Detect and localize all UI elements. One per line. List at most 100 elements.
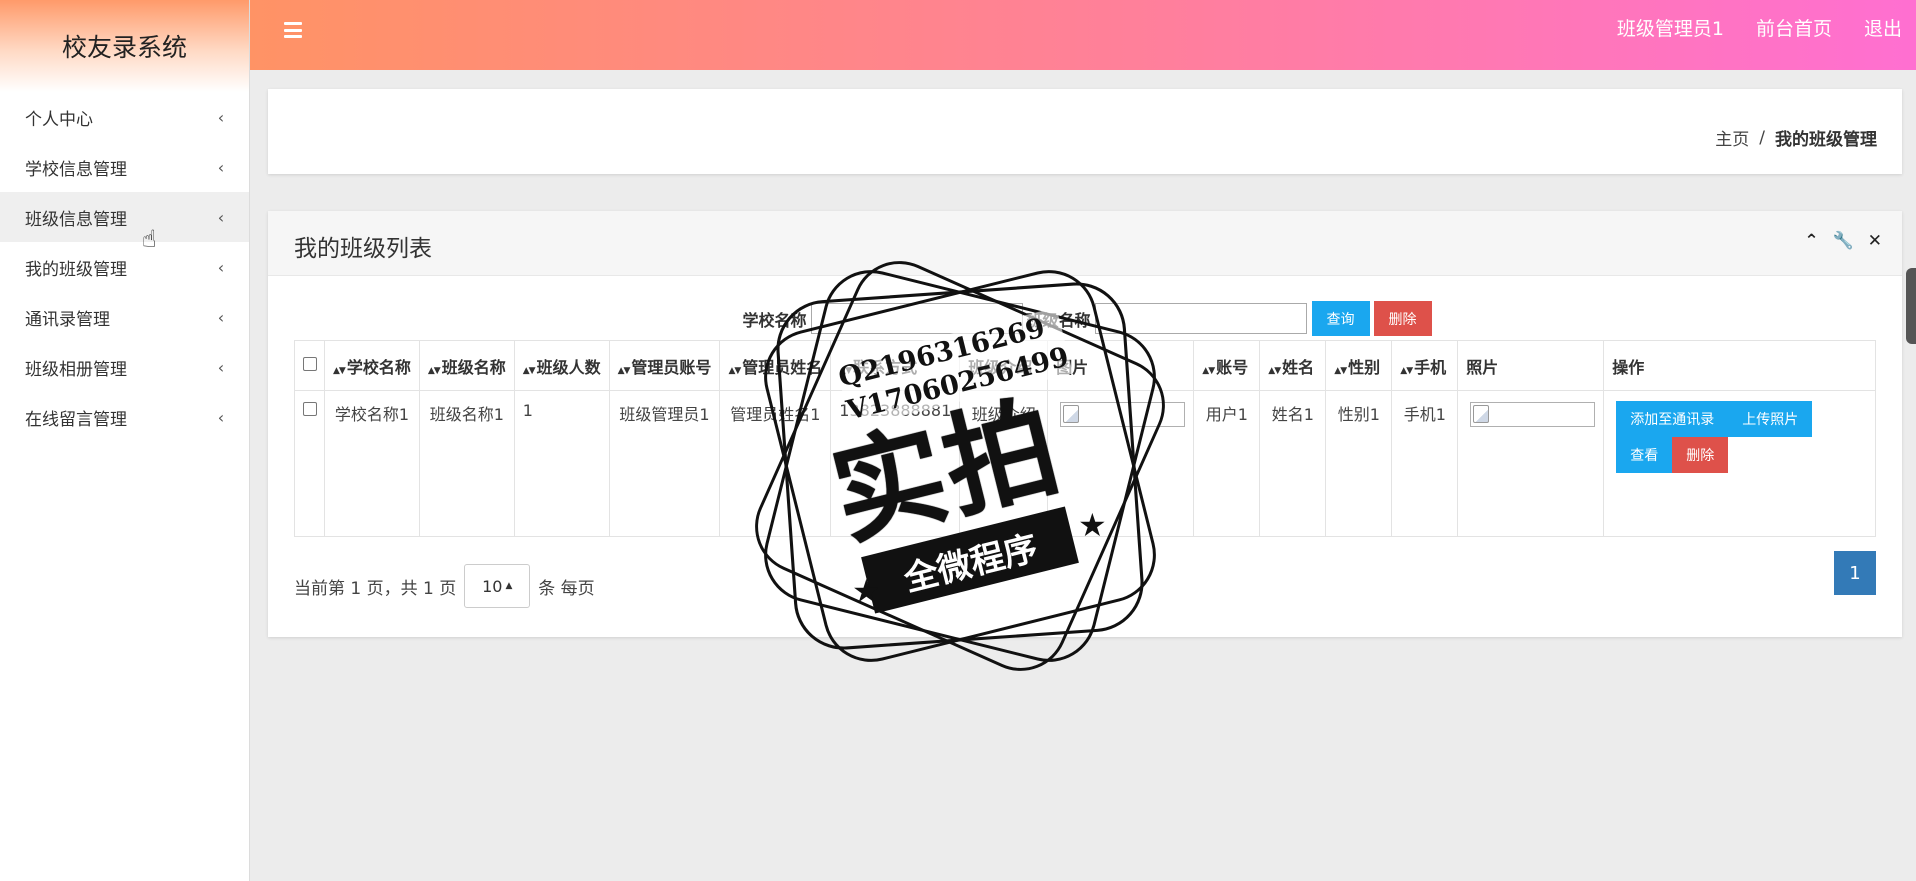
column-label: 账号: [1216, 357, 1249, 377]
cell-class-intro: 班级介绍: [959, 390, 1049, 537]
panel-title: 我的班级列表: [294, 236, 432, 262]
sort-icon: ▲▼: [427, 365, 441, 376]
cell-gender: 性别1: [1325, 390, 1393, 537]
column-contact[interactable]: ▲▼ 联系方式: [830, 340, 961, 391]
sort-icon: ▲▼: [1400, 365, 1413, 376]
column-label: 管理员姓名: [742, 357, 823, 377]
top-bar: 班级管理员1 前台首页 退出: [250, 0, 1916, 70]
select-all-checkbox[interactable]: [302, 357, 317, 371]
class-name-input[interactable]: [1094, 303, 1307, 334]
sort-icon: ▲▼: [1202, 365, 1215, 376]
class-list-panel: 我的班级列表 ⌃ 🔧 ✕ 学校名称 班级名称 查询 删除 ▲▼ 学校名称 ▲▼ 班级…: [268, 211, 1902, 637]
sort-icon: ▲▼: [1268, 365, 1281, 376]
sidebar-item-school-info[interactable]: 学校信息管理 ‹: [0, 142, 249, 192]
cell-name: 姓名1: [1259, 390, 1327, 537]
sidebar-item-class-info[interactable]: 班级信息管理 ‹: [0, 192, 249, 242]
top-links: 班级管理员1 前台首页 退出: [1617, 0, 1902, 55]
sidebar-item-class-album[interactable]: 班级相册管理 ‹: [0, 342, 249, 392]
sidebar-item-label: 通讯录管理: [25, 309, 110, 330]
row-checkbox[interactable]: [302, 402, 317, 416]
view-button[interactable]: 查看: [1616, 437, 1673, 473]
column-image: 图片: [1047, 340, 1195, 391]
sidebar-item-label: 个人中心: [25, 109, 93, 130]
school-name-input[interactable]: [810, 303, 1023, 334]
sidebar-item-personal-center[interactable]: 个人中心 ‹: [0, 92, 249, 142]
breadcrumb-home[interactable]: 主页: [1715, 125, 1749, 150]
column-class-intro: 班级介绍: [959, 340, 1049, 391]
upload-photo-button[interactable]: 上传照片: [1728, 401, 1813, 437]
table-row: 学校名称1 班级名称1 1 班级管理员1 管理员姓名1 13823888881 …: [294, 390, 1876, 537]
sidebar-item-contacts[interactable]: 通讯录管理 ‹: [0, 292, 249, 342]
table-header-row: ▲▼ 学校名称 ▲▼ 班级名称 ▲▼ 班级人数 ▲▼ 管理员账号 ▲▼ 管理员姓名 ▲▼ 联…: [294, 340, 1876, 391]
chevron-left-icon: ‹: [217, 307, 225, 327]
cell-class-name: 班级名称1: [418, 390, 515, 537]
chevron-left-icon: ‹: [217, 357, 225, 377]
cell-school-name: 学校名称1: [324, 390, 420, 537]
column-label: 照片: [1466, 357, 1499, 377]
row-select-cell: [294, 390, 325, 537]
sidebar-item-my-class[interactable]: 我的班级管理 ‹: [0, 242, 249, 292]
chevron-left-icon: ‹: [217, 407, 225, 427]
page-size-select[interactable]: 10 ▲: [464, 564, 531, 608]
class-name-label: 班级名称: [1026, 310, 1091, 330]
broken-image-icon: [1060, 402, 1186, 427]
sort-icon: ▲▼: [1334, 365, 1347, 376]
sidebar-item-messages[interactable]: 在线留言管理 ‹: [0, 392, 249, 442]
current-user-link[interactable]: 班级管理员1: [1617, 14, 1724, 41]
logout-link[interactable]: 退出: [1864, 14, 1902, 41]
page-size-value: 10: [482, 576, 503, 596]
hand-cursor-icon: ☝: [142, 225, 157, 253]
sidebar-item-label: 学校信息管理: [25, 159, 127, 180]
chevron-left-icon: ‹: [217, 107, 225, 127]
cell-actions: 添加至通讯录 上传照片 查看 删除: [1603, 390, 1876, 537]
collapse-icon[interactable]: ⌃: [1804, 231, 1818, 251]
cell-admin-name: 管理员姓名1: [719, 390, 832, 537]
sidebar-item-label: 我的班级管理: [25, 259, 127, 280]
column-admin-name[interactable]: ▲▼ 管理员姓名: [719, 340, 832, 391]
sidebar-item-label: 在线留言管理: [25, 409, 127, 430]
sort-icon: ▲▼: [839, 365, 852, 376]
column-label: 管理员账号: [631, 357, 712, 377]
wrench-icon[interactable]: 🔧: [1833, 231, 1854, 251]
column-photo: 照片: [1457, 340, 1605, 391]
frontend-home-link[interactable]: 前台首页: [1756, 14, 1832, 41]
page-number-button[interactable]: 1: [1834, 551, 1876, 595]
column-label: 班级名称: [441, 357, 506, 377]
delete-row-button[interactable]: 删除: [1672, 437, 1729, 473]
column-gender[interactable]: ▲▼ 性别: [1325, 340, 1393, 391]
column-account[interactable]: ▲▼ 账号: [1193, 340, 1261, 391]
column-label: 操作: [1612, 357, 1645, 377]
sort-icon: ▲▼: [333, 365, 346, 376]
column-name[interactable]: ▲▼ 姓名: [1259, 340, 1327, 391]
query-button[interactable]: 查询: [1311, 301, 1370, 336]
panel-tools: ⌃ 🔧 ✕: [1804, 231, 1882, 251]
column-label: 班级人数: [536, 357, 601, 377]
breadcrumb-separator: /: [1759, 127, 1765, 148]
app-title: 校友录系统: [0, 0, 249, 92]
breadcrumb-panel: 主页 / 我的班级管理: [268, 89, 1902, 174]
cell-admin-account: 班级管理员1: [608, 390, 721, 537]
cell-class-size: 1: [513, 390, 610, 537]
batch-delete-button[interactable]: 删除: [1373, 301, 1432, 336]
search-bar: 学校名称 班级名称 查询 删除: [268, 301, 1902, 336]
close-icon[interactable]: ✕: [1868, 231, 1882, 251]
sidebar: 校友录系统 个人中心 ‹ 学校信息管理 ‹ 班级信息管理 ‹ 我的班级管理 ‹ …: [0, 0, 250, 881]
select-all-cell: [294, 340, 325, 391]
caret-up-icon: ▲: [505, 581, 513, 591]
menu-toggle-icon[interactable]: [284, 22, 302, 38]
column-label: 学校名称: [346, 357, 411, 377]
cell-image: [1047, 390, 1195, 537]
column-admin-account[interactable]: ▲▼ 管理员账号: [608, 340, 721, 391]
cell-photo: [1457, 390, 1605, 537]
chevron-left-icon: ‹: [217, 207, 225, 227]
panel-header: 我的班级列表 ⌃ 🔧 ✕: [268, 211, 1902, 276]
column-school-name[interactable]: ▲▼ 学校名称: [324, 340, 420, 391]
column-label: 联系方式: [853, 357, 918, 377]
column-phone[interactable]: ▲▼ 手机: [1391, 340, 1459, 391]
school-name-label: 学校名称: [742, 310, 807, 330]
column-class-name[interactable]: ▲▼ 班级名称: [418, 340, 515, 391]
add-to-contacts-button[interactable]: 添加至通讯录: [1616, 401, 1729, 437]
column-class-size[interactable]: ▲▼ 班级人数: [513, 340, 610, 391]
side-scroll-handle[interactable]: [1906, 268, 1916, 344]
column-label: 图片: [1056, 357, 1089, 377]
